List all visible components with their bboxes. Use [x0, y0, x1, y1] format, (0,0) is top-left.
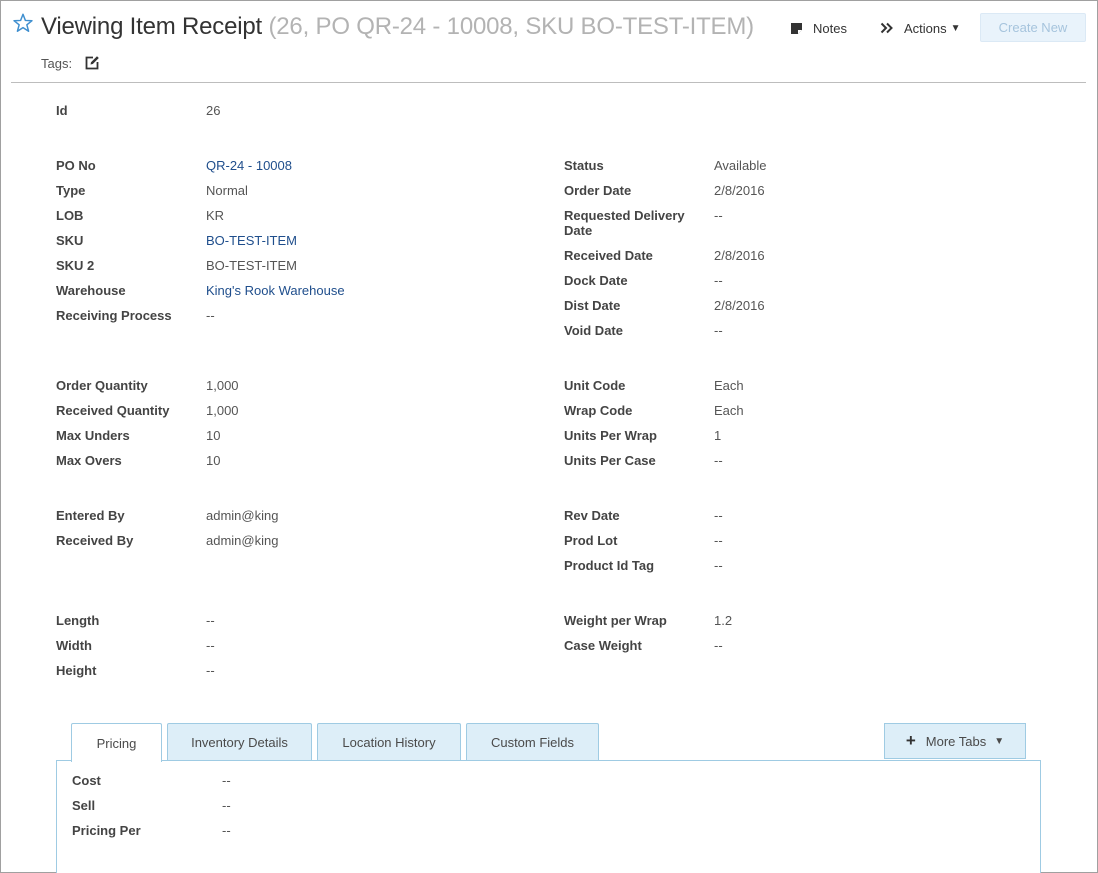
tags-label: Tags: [41, 56, 73, 71]
type-label: Type [56, 183, 86, 198]
plus-icon: + [905, 731, 916, 750]
requested-delivery-date-label: Requested Delivery Date [564, 208, 685, 238]
void-date-label: Void Date [564, 323, 623, 338]
page-title-main: Viewing Item Receipt [41, 13, 263, 40]
length-label: Length [56, 613, 100, 628]
more-tabs-label: More Tabs [925, 733, 987, 749]
caret-down-icon: ▼ [950, 22, 961, 34]
lob-value: KR [206, 208, 225, 223]
lob-label: LOB [56, 208, 84, 223]
units-per-wrap-label: Units Per Wrap [564, 428, 657, 443]
receiving-process-value: -- [206, 308, 215, 323]
more-tabs-button[interactable]: + More Tabs ▼ [884, 723, 1026, 759]
max-overs-label: Max Overs [56, 453, 122, 468]
entered-by-label: Entered By [56, 508, 125, 523]
type-value: Normal [206, 183, 248, 198]
pricing-panel: Cost -- Sell -- Pricing Per -- [56, 760, 1041, 873]
sku-label: SKU [56, 233, 84, 248]
page-title: Viewing Item Receipt (26, PO QR-24 - 100… [41, 11, 754, 43]
tab-pricing[interactable]: Pricing [71, 723, 162, 762]
create-new-button[interactable]: Create New [980, 13, 1086, 42]
page-title-subtitle: (26, PO QR-24 - 10008, SKU BO-TEST-ITEM) [268, 13, 754, 40]
product-id-tag-value: -- [714, 558, 723, 573]
status-label: Status [564, 158, 604, 173]
wrap-code-value: Each [714, 403, 744, 418]
wrap-code-label: Wrap Code [564, 403, 633, 418]
width-label: Width [56, 638, 92, 653]
warehouse-label: Warehouse [56, 283, 126, 298]
actions-label: Actions [904, 20, 947, 36]
pricing-per-value: -- [222, 823, 231, 838]
max-unders-label: Max Unders [56, 428, 130, 443]
actions-menu-button[interactable]: Actions ▼ [880, 15, 961, 41]
entered-by-value: admin@king [206, 508, 279, 523]
caret-down-icon: ▼ [994, 735, 1005, 747]
width-value: -- [206, 638, 215, 653]
notes-label: Notes [813, 20, 847, 36]
unit-code-value: Each [714, 378, 744, 393]
dist-date-label: Dist Date [564, 298, 621, 313]
units-per-wrap-value: 1 [714, 428, 722, 443]
received-date-label: Received Date [564, 248, 653, 263]
pricing-per-label: Pricing Per [72, 823, 141, 838]
height-label: Height [56, 663, 97, 678]
received-by-value: admin@king [206, 533, 279, 548]
order-quantity-label: Order Quantity [56, 378, 148, 393]
notes-button[interactable]: Notes [790, 15, 847, 41]
edit-icon[interactable] [84, 55, 100, 71]
sell-label: Sell [72, 798, 96, 813]
notes-icon [791, 22, 802, 34]
max-overs-value: 10 [206, 453, 221, 468]
po-no-link[interactable]: QR-24 - 10008 [206, 158, 292, 173]
requested-delivery-date-value: -- [714, 208, 723, 223]
page-header: Viewing Item Receipt (26, PO QR-24 - 100… [1, 1, 1097, 83]
dock-date-value: -- [714, 273, 723, 288]
prod-lot-label: Prod Lot [564, 533, 618, 548]
sku-link[interactable]: BO-TEST-ITEM [206, 233, 297, 248]
order-date-value: 2/8/2016 [714, 183, 765, 198]
height-value: -- [206, 663, 215, 678]
prod-lot-value: -- [714, 533, 723, 548]
length-value: -- [206, 613, 215, 628]
dock-date-label: Dock Date [564, 273, 628, 288]
units-per-case-value: -- [714, 453, 723, 468]
received-date-value: 2/8/2016 [714, 248, 765, 263]
received-quantity-label: Received Quantity [56, 403, 170, 418]
cost-label: Cost [72, 773, 101, 788]
void-date-value: -- [714, 323, 723, 338]
units-per-case-label: Units Per Case [564, 453, 656, 468]
cost-value: -- [222, 773, 231, 788]
dist-date-value: 2/8/2016 [714, 298, 765, 313]
sell-value: -- [222, 798, 231, 813]
id-value: 26 [206, 103, 221, 118]
double-chevron-right-icon [880, 22, 893, 34]
order-date-label: Order Date [564, 183, 632, 198]
sku2-value: BO-TEST-ITEM [206, 258, 297, 273]
sku2-label: SKU 2 [56, 258, 95, 273]
receiving-process-label: Receiving Process [56, 308, 172, 323]
rev-date-label: Rev Date [564, 508, 620, 523]
case-weight-value: -- [714, 638, 723, 653]
unit-code-label: Unit Code [564, 378, 626, 393]
received-quantity-value: 1,000 [206, 403, 239, 418]
weight-per-wrap-label: Weight per Wrap [564, 613, 667, 628]
tab-location-history[interactable]: Location History [317, 723, 461, 760]
star-icon[interactable] [12, 12, 34, 34]
id-label: Id [56, 103, 68, 118]
order-quantity-value: 1,000 [206, 378, 239, 393]
status-value: Available [714, 158, 767, 173]
received-by-label: Received By [56, 533, 134, 548]
weight-per-wrap-value: 1.2 [714, 613, 733, 628]
header-divider [11, 82, 1086, 83]
max-unders-value: 10 [206, 428, 221, 443]
product-id-tag-label: Product Id Tag [564, 558, 655, 573]
rev-date-value: -- [714, 508, 723, 523]
warehouse-link[interactable]: King's Rook Warehouse [206, 283, 345, 298]
case-weight-label: Case Weight [564, 638, 642, 653]
po-no-label: PO No [56, 158, 96, 173]
tab-inventory-details[interactable]: Inventory Details [167, 723, 312, 760]
tab-custom-fields[interactable]: Custom Fields [466, 723, 599, 760]
